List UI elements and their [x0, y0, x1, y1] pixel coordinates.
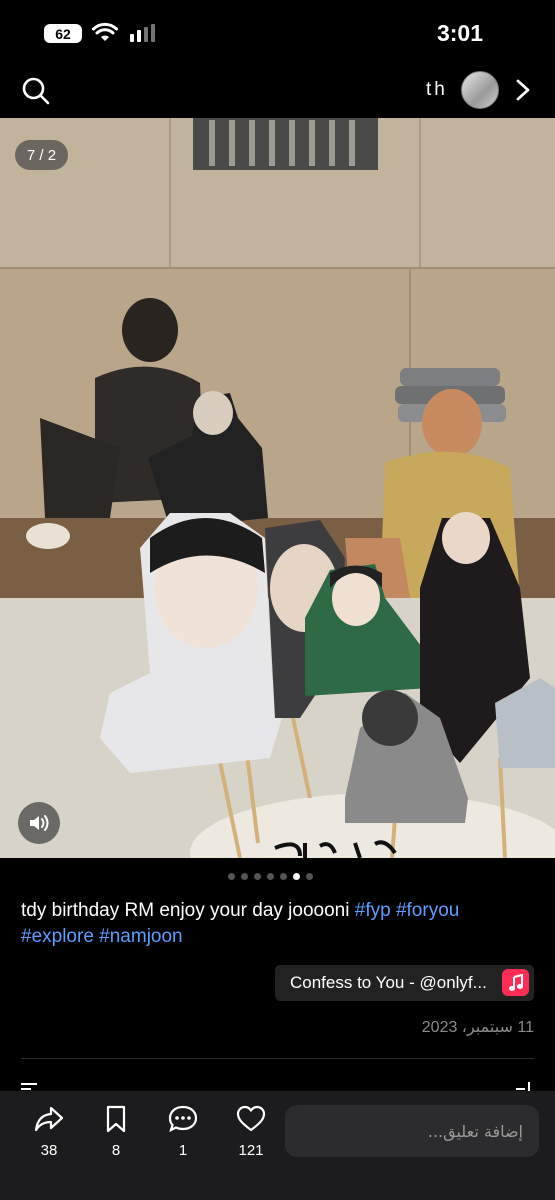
- carousel-dot: [306, 873, 313, 880]
- photo-counter: 7 / 2: [15, 140, 68, 170]
- sort-icon: [21, 1083, 37, 1090]
- comments-count-peek-icon: [516, 1082, 530, 1092]
- chevron-right-icon[interactable]: [513, 78, 533, 102]
- hashtag[interactable]: #foryou: [396, 900, 459, 921]
- carousel-dot: [254, 873, 261, 880]
- music-note-icon: [502, 969, 529, 996]
- sound-button[interactable]: [18, 802, 60, 844]
- avatar[interactable]: [461, 71, 499, 109]
- bottom-action-bar: 38 8 1 121: [0, 1091, 555, 1200]
- bookmark-icon: [106, 1105, 126, 1133]
- music-label: Confess to You - @onlyf...: [290, 973, 487, 992]
- photo-scene: [0, 118, 555, 858]
- comment-bubble-icon: [168, 1105, 198, 1133]
- divider: [21, 1058, 534, 1059]
- comment-button[interactable]: 1: [158, 1105, 208, 1159]
- comment-input[interactable]: [291, 1120, 525, 1142]
- caption-text: tdy birthday RM enjoy your day jooooni: [21, 900, 350, 921]
- like-button[interactable]: 121: [226, 1105, 276, 1159]
- carousel-indicator: [228, 873, 313, 880]
- carousel-dot: [228, 873, 235, 880]
- wifi-icon: [92, 22, 118, 41]
- bookmark-count: 8: [111, 1142, 121, 1159]
- hashtag[interactable]: #explore: [21, 926, 94, 947]
- share-button[interactable]: 38: [24, 1105, 74, 1159]
- carousel-dot-active: [293, 873, 300, 880]
- post-caption: tdy birthday RM enjoy your day jooooni #…: [21, 898, 536, 950]
- top-navigation: th: [0, 64, 555, 118]
- comment-box[interactable]: [285, 1105, 539, 1157]
- carousel-dot: [267, 873, 274, 880]
- battery-indicator: 62: [44, 24, 82, 43]
- user-initials[interactable]: th: [426, 79, 448, 101]
- music-chip[interactable]: Confess to You - @onlyf...: [275, 965, 534, 1001]
- status-bar: 62 3:01: [0, 0, 555, 64]
- speaker-icon: [30, 815, 49, 831]
- clock: 3:01: [436, 20, 483, 46]
- hashtag[interactable]: #fyp: [355, 900, 391, 921]
- comment-count: 1: [178, 1142, 188, 1159]
- post-photo[interactable]: 7 / 2: [0, 118, 555, 858]
- carousel-dot: [241, 873, 248, 880]
- cellular-signal-icon: [130, 24, 155, 42]
- bookmark-button[interactable]: 8: [91, 1105, 141, 1159]
- share-icon: [34, 1106, 64, 1132]
- like-count: 121: [238, 1142, 264, 1159]
- share-count: 38: [40, 1142, 58, 1159]
- post-date: 11 سبتمبر، 2023: [421, 1019, 534, 1036]
- search-icon[interactable]: [21, 76, 51, 106]
- heart-icon: [236, 1105, 266, 1132]
- carousel-dot: [280, 873, 287, 880]
- hashtag[interactable]: #namjoon: [99, 926, 182, 947]
